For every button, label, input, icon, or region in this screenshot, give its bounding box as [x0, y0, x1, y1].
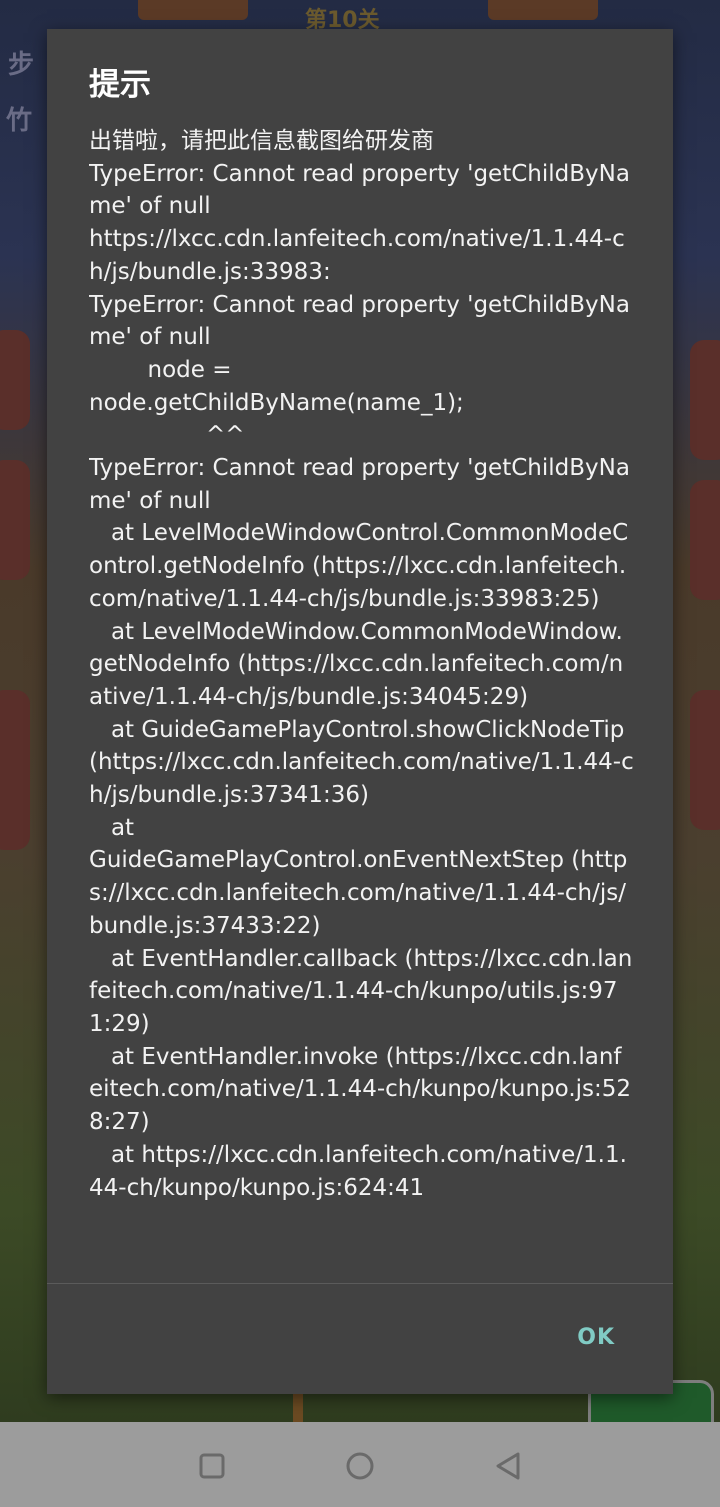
right-panel-tab-1	[690, 340, 720, 460]
top-bar-right	[488, 0, 598, 20]
wooden-post	[293, 1390, 303, 1422]
home-button[interactable]	[344, 1450, 376, 1482]
dialog-scroll-body[interactable]: 出错啦，请把此信息截图给研发商 TypeError: Cannot read p…	[89, 125, 634, 1283]
recents-button[interactable]	[196, 1450, 228, 1482]
ok-button[interactable]: OK	[577, 1325, 615, 1350]
back-button[interactable]	[492, 1450, 524, 1482]
error-message: 出错啦，请把此信息截图给研发商 TypeError: Cannot read p…	[89, 128, 634, 1201]
system-navigation-bar	[0, 1422, 720, 1507]
square-icon	[199, 1453, 225, 1479]
left-panel-tab-3	[0, 690, 30, 850]
left-panel-tab-1	[0, 330, 30, 430]
left-panel-tab-2	[0, 460, 30, 580]
right-panel-tab-3	[690, 690, 720, 830]
side-text-bamboo: 竹	[6, 106, 33, 136]
dialog-title: 提示	[89, 67, 151, 103]
top-bar-left	[138, 0, 248, 20]
dialog-divider	[47, 1283, 673, 1284]
right-panel-tab-2	[690, 480, 720, 600]
circle-icon	[346, 1452, 374, 1480]
triangle-back-icon	[496, 1452, 520, 1480]
error-dialog: 提示 出错啦，请把此信息截图给研发商 TypeError: Cannot rea…	[47, 29, 673, 1394]
side-text-step: 步	[8, 50, 35, 80]
